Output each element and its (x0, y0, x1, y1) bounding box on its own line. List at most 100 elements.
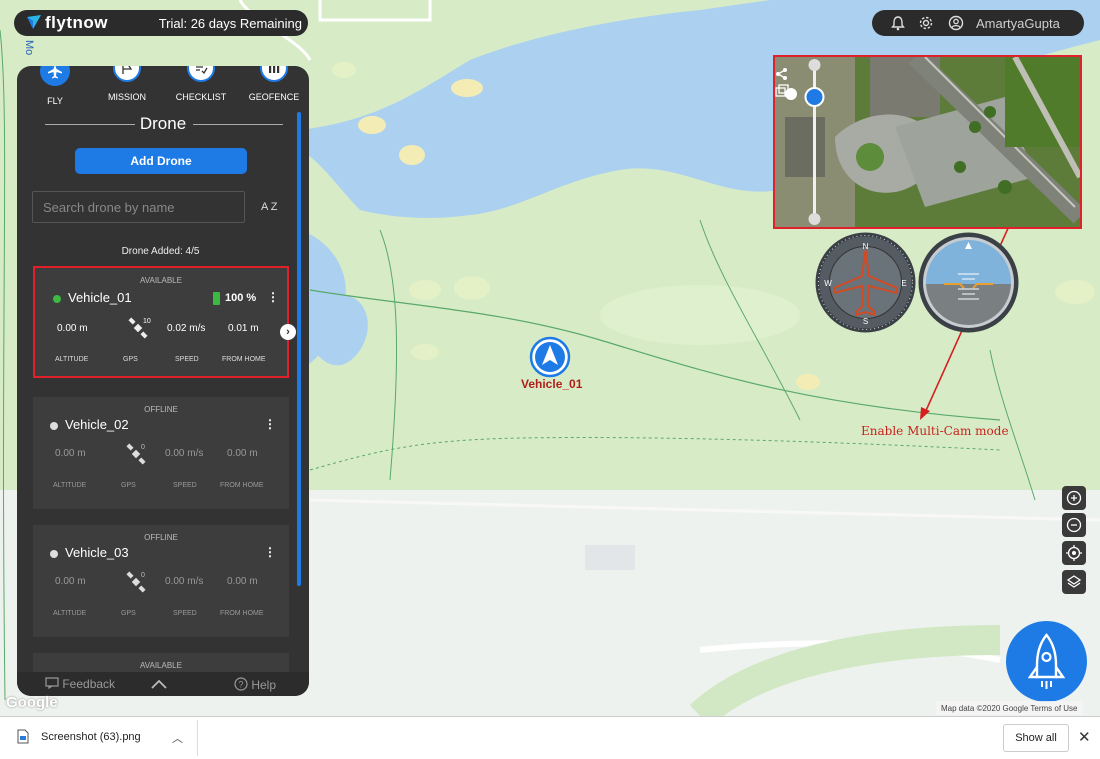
speed-value: 0.02 m/s (167, 323, 206, 334)
vehicle-location-marker[interactable] (529, 336, 571, 378)
svg-text:S: S (863, 317, 868, 326)
vehicle-status: AVAILABLE (140, 661, 182, 670)
vehicle-menu-icon[interactable]: ⋮ (267, 290, 279, 304)
multi-cam-icon[interactable] (775, 84, 789, 98)
layers-icon (1066, 575, 1082, 588)
sort-az-icon[interactable]: A Z (261, 201, 278, 213)
flytnow-logo-icon (27, 15, 41, 29)
expand-details-button[interactable]: › (280, 324, 296, 340)
gps-label: GPS (123, 356, 138, 363)
vehicle-status: AVAILABLE (140, 276, 182, 285)
multi-cam-annotation: Enable Multi-Cam mode (861, 424, 1009, 438)
drone-section-title: Drone (17, 114, 309, 134)
nav-geofence-label: GEOFENCE (248, 92, 300, 102)
zoom-in-icon (1066, 490, 1082, 506)
from-home-label: FROM HOME (220, 482, 264, 489)
rocket-icon (1027, 633, 1066, 689)
download-file-name[interactable]: Screenshot (63).png (41, 731, 141, 743)
aerial-video-image (775, 57, 1080, 227)
heading-compass-gauge: N S W E (815, 232, 916, 333)
map-attribution[interactable]: Map data ©2020 Google Terms of Use (936, 701, 1083, 715)
vehicle-card-3[interactable]: OFFLINE Vehicle_03 ⋮ 0.00 m 0 0.00 m/s 0… (33, 525, 289, 637)
launch-button[interactable] (1006, 621, 1087, 702)
svg-text:?: ? (238, 680, 243, 690)
offline-status-dot (50, 422, 58, 430)
nav-geofence[interactable]: GEOFENCE (242, 66, 306, 102)
from-home-value: 0.01 m (228, 323, 259, 334)
map-layers-button[interactable] (1062, 570, 1086, 594)
search-drone-input[interactable]: Search drone by name (32, 191, 245, 223)
from-home-value: 0.00 m (227, 576, 258, 587)
vehicle-marker-label: Vehicle_01 (521, 377, 583, 391)
gps-count: 10 (143, 318, 151, 325)
sort-az-label: A Z (261, 201, 278, 213)
flag-icon (122, 66, 133, 74)
user-avatar-icon[interactable] (948, 15, 964, 31)
gps-count: 0 (141, 444, 145, 451)
speed-value: 0.00 m/s (165, 576, 204, 587)
drone-title-text: Drone (139, 114, 187, 133)
feedback-link[interactable]: Feedback (45, 677, 115, 691)
feedback-icon (45, 677, 59, 690)
zoom-in-button[interactable] (1062, 486, 1086, 510)
nav-fly-label: FLY (47, 96, 63, 106)
divider-right (193, 124, 283, 125)
help-label: Help (251, 678, 277, 692)
nav-checklist[interactable]: CHECKLIST (169, 66, 233, 102)
share-icon[interactable] (775, 67, 789, 81)
nav-fly[interactable]: FLY (23, 66, 87, 106)
close-icon[interactable]: ✕ (1078, 728, 1091, 746)
nav-mission[interactable]: MISSION (95, 66, 159, 102)
side-tab-label[interactable]: Mo (23, 40, 35, 55)
user-name[interactable]: AmartyaGupta (976, 16, 1060, 31)
drone-count: Drone Added: 4/5 (121, 246, 200, 257)
airplane-icon (48, 66, 62, 79)
altitude-value: 0.00 m (57, 323, 88, 334)
chevron-up-icon[interactable] (151, 680, 167, 689)
speed-label: SPEED (173, 610, 197, 617)
speed-label: SPEED (175, 356, 199, 363)
vehicle-status: OFFLINE (144, 405, 178, 414)
trial-status: Trial: 26 days Remaining (158, 16, 302, 31)
gps-count: 0 (141, 572, 145, 579)
divider-left (45, 124, 135, 125)
help-icon: ? (234, 677, 248, 691)
altitude-label: ALTITUDE (53, 482, 87, 489)
bell-icon[interactable] (890, 15, 906, 31)
attitude-indicator-gauge (918, 232, 1019, 333)
chevron-up-icon[interactable]: ︿ (172, 730, 183, 746)
help-link[interactable]: ? Help (234, 677, 276, 692)
vehicle-menu-icon[interactable]: ⋮ (264, 545, 276, 559)
gps-label: GPS (121, 610, 136, 617)
gps-label: GPS (121, 482, 136, 489)
svg-text:N: N (863, 242, 869, 251)
show-all-button[interactable]: Show all (1003, 724, 1069, 752)
zoom-out-button[interactable] (1062, 513, 1086, 537)
zoom-out-icon (1066, 517, 1082, 533)
vehicle-card-2[interactable]: OFFLINE Vehicle_02 ⋮ 0.00 m 0 0.00 m/s 0… (33, 397, 289, 509)
panel-footer: Feedback ? Help (17, 672, 309, 696)
google-logo: Google (6, 694, 58, 711)
speed-value: 0.00 m/s (165, 448, 204, 459)
download-bar: Screenshot (63).png ︿ Show all ✕ (0, 716, 1100, 759)
nav-checklist-label: CHECKLIST (175, 92, 227, 102)
panel-scrollbar[interactable] (297, 112, 301, 586)
from-home-value: 0.00 m (227, 448, 258, 459)
recenter-button[interactable] (1062, 541, 1086, 565)
top-bar-left: flytnow Trial: 26 days Remaining (14, 10, 308, 36)
from-home-label: FROM HOME (220, 610, 264, 617)
vehicle-name: Vehicle_01 (68, 290, 132, 305)
battery-percent: 100 % (225, 292, 257, 304)
add-drone-button[interactable]: Add Drone (75, 148, 247, 174)
logo-text: flytnow (45, 13, 108, 32)
gear-icon[interactable] (918, 15, 934, 31)
speed-label: SPEED (173, 482, 197, 489)
video-feed[interactable] (773, 55, 1082, 229)
altitude-label: ALTITUDE (55, 356, 89, 363)
vehicle-card-1[interactable]: AVAILABLE Vehicle_01 100 % ⋮ 0.00 m 10 0… (33, 266, 289, 378)
altitude-value: 0.00 m (55, 448, 86, 459)
online-status-dot (53, 295, 61, 303)
vehicle-menu-icon[interactable]: ⋮ (264, 417, 276, 431)
feedback-label: Feedback (62, 677, 116, 691)
app-logo[interactable]: flytnow (26, 13, 108, 33)
